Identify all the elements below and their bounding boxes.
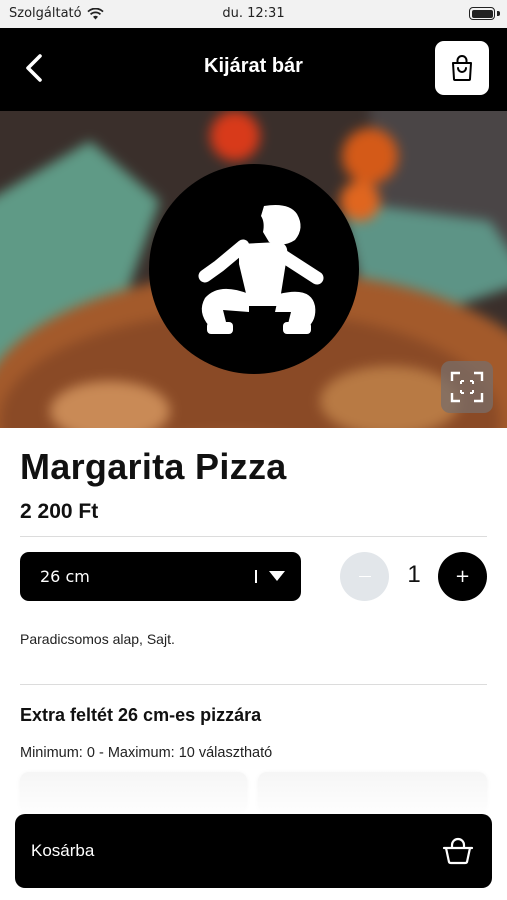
fullscreen-button[interactable] <box>441 361 493 413</box>
product-description: Paradicsomos alap, Sajt. <box>20 631 175 647</box>
battery-icon <box>469 7 495 20</box>
caret-down-icon <box>269 571 285 581</box>
bottom-fade <box>0 770 507 820</box>
quantity-decrease-button[interactable] <box>340 552 389 601</box>
squatting-figure-icon <box>198 205 324 334</box>
fullscreen-icon <box>450 371 484 403</box>
divider <box>20 536 487 537</box>
navigation-bar: Kijárat bár <box>0 28 507 111</box>
plus-icon: + <box>454 566 471 587</box>
size-select[interactable]: 26 cm <box>20 552 301 601</box>
extras-limits: Minimum: 0 - Maximum: 10 választható <box>20 745 273 761</box>
status-bar: Szolgáltató du. 12:31 <box>0 0 507 28</box>
restaurant-logo <box>149 164 359 374</box>
add-to-cart-button[interactable]: Kosárba <box>15 814 492 888</box>
select-separator <box>255 566 257 585</box>
minus-icon <box>358 575 371 578</box>
quantity-value: 1 <box>407 561 421 588</box>
basket-icon <box>442 837 474 865</box>
battery-tip <box>497 11 500 16</box>
product-price: 2 200 Ft <box>20 500 99 523</box>
divider <box>20 684 487 685</box>
product-image <box>0 111 507 428</box>
page-title: Kijárat bár <box>204 55 303 77</box>
add-to-cart-label: Kosárba <box>31 841 95 860</box>
size-select-value: 26 cm <box>40 567 90 586</box>
shopping-bag-icon <box>452 55 472 81</box>
status-time: du. 12:31 <box>222 6 285 21</box>
cart-button[interactable] <box>435 41 489 95</box>
product-name: Margarita Pizza <box>20 446 287 487</box>
extras-title: Extra feltét 26 cm-es pizzára <box>20 705 262 725</box>
quantity-increase-button[interactable]: + <box>438 552 487 601</box>
